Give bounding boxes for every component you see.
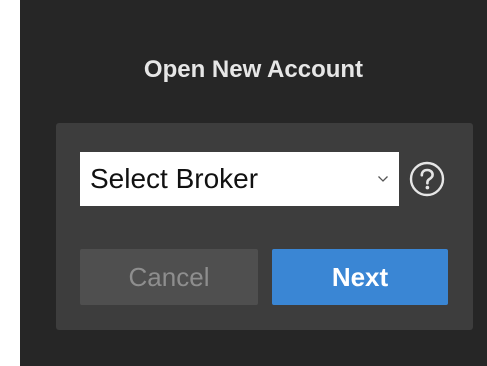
dialog-title: Open New Account [143,56,364,83]
chevron-down-icon [373,169,393,189]
cancel-button[interactable]: Cancel [80,249,258,305]
open-account-dialog: Open New Account Select Broker Cancel Ne… [20,0,487,366]
broker-select[interactable]: Select Broker [80,152,399,206]
account-form-panel: Select Broker Cancel Next [56,123,473,330]
help-icon[interactable] [408,160,446,198]
broker-select-value: Select Broker [90,163,259,194]
next-button[interactable]: Next [272,249,448,305]
